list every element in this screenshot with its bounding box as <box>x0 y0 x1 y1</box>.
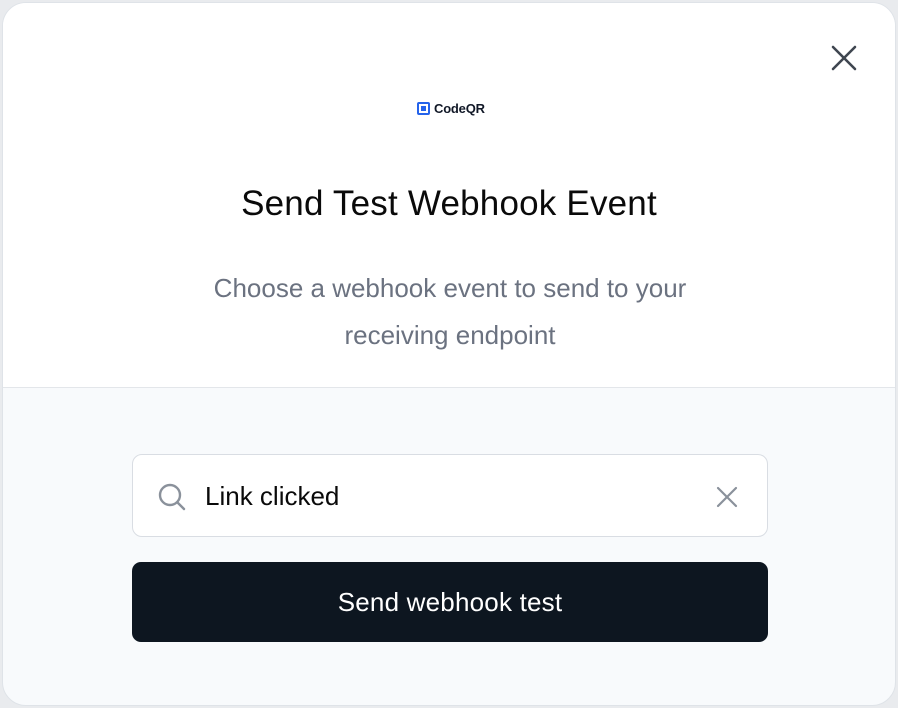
send-webhook-test-button[interactable]: Send webhook test <box>132 562 768 642</box>
close-icon <box>831 45 857 71</box>
clear-selection-button[interactable] <box>709 479 745 515</box>
brand-logo-icon <box>417 101 430 115</box>
webhook-event-input[interactable] <box>205 473 685 519</box>
brand-name: CodeQR <box>434 100 485 116</box>
clear-icon <box>716 486 738 508</box>
search-icon <box>158 483 186 511</box>
send-test-webhook-dialog: CodeQR Send Test Webhook Event Choose a … <box>2 2 896 706</box>
dialog-title: Send Test Webhook Event <box>241 184 657 223</box>
dialog-subtitle: Choose a webhook event to send to your r… <box>213 273 687 350</box>
webhook-event-select[interactable] <box>132 454 768 537</box>
brand-logo: CodeQR <box>417 99 485 117</box>
dialog-header-section: CodeQR Send Test Webhook Event Choose a … <box>3 3 895 388</box>
close-button[interactable] <box>823 37 865 79</box>
